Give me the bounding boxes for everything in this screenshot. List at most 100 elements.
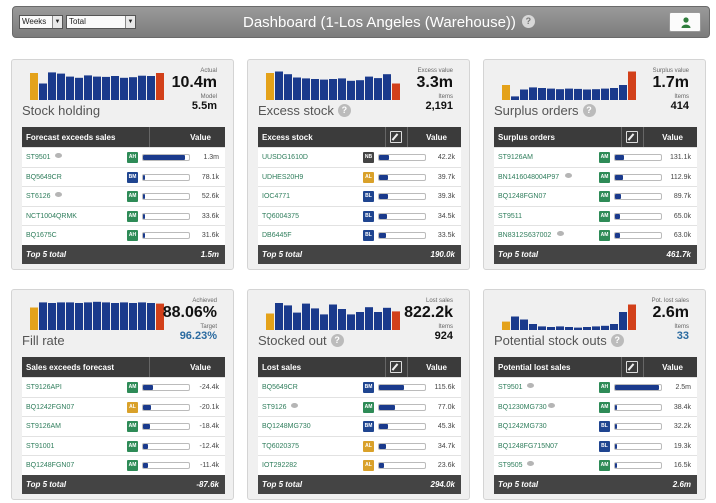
item-link[interactable]: ST6126	[26, 193, 51, 200]
item-link[interactable]: BQ1242MG730	[498, 423, 547, 430]
item-link[interactable]: ST9501	[26, 154, 51, 161]
comment-icon[interactable]	[548, 402, 556, 408]
comment-icon[interactable]	[527, 383, 535, 388]
item-link[interactable]: BN1416048004P97	[498, 174, 559, 181]
edit-icon[interactable]	[390, 131, 402, 143]
table-row[interactable]: BQ1230MG730 AM 38.4k	[494, 396, 697, 417]
panel-title[interactable]: Stocked out?	[258, 333, 344, 348]
table-row[interactable]: IOT292282 AL 23.6k	[258, 455, 461, 475]
item-link[interactable]: ST9501	[498, 384, 523, 391]
table-row[interactable]: ST9126AM AM 131.1k	[494, 147, 697, 167]
classification-badge: AM	[127, 460, 138, 471]
item-link[interactable]: ST9126	[262, 404, 287, 411]
item-link[interactable]: BQ5649CR	[262, 384, 298, 391]
comment-icon[interactable]	[556, 231, 564, 236]
table-row[interactable]: TQ6020375 AL 34.7k	[258, 435, 461, 456]
spark-bar	[592, 89, 600, 100]
scope-select[interactable]: Total ▼	[66, 15, 136, 29]
spark-bar	[610, 88, 618, 100]
table-row[interactable]: DB6445F BL 33.5k	[258, 225, 461, 245]
comment-icon[interactable]	[55, 192, 63, 197]
table-row[interactable]: ST6126 AM 52.6k	[22, 186, 225, 206]
table-row[interactable]: UDHES20H9 AL 39.7k	[258, 166, 461, 187]
question-icon[interactable]: ?	[610, 334, 624, 348]
panel-title[interactable]: Potential stock outs?	[494, 333, 624, 348]
table-row[interactable]: BQ1248FGN07 AM 89.7k	[494, 186, 697, 206]
question-icon[interactable]: ?	[330, 334, 344, 348]
table-row[interactable]: ST9501 AH 1.3m	[22, 147, 225, 167]
table-row[interactable]: ST9501 AH 2.5m	[494, 377, 697, 397]
comment-icon[interactable]	[527, 461, 535, 466]
panel-title-text: Potential stock outs	[494, 333, 607, 348]
item-link[interactable]: BQ1248FGN07	[26, 462, 74, 469]
item-link[interactable]: BQ1675C	[26, 232, 57, 239]
panel-title[interactable]: Surplus orders?	[494, 103, 596, 118]
edit-icon[interactable]	[626, 131, 638, 143]
comment-icon[interactable]	[291, 402, 299, 408]
table-row[interactable]: BQ1242FGN07 AL -20.1k	[22, 396, 225, 417]
table-row[interactable]: BQ1248FG715N07 BL 19.3k	[494, 435, 697, 456]
item-link[interactable]: ST9505	[498, 462, 523, 469]
table-row[interactable]: IOC4771 BL 39.3k	[258, 186, 461, 206]
table-row[interactable]: BN8312S637002 AM 63.0k	[494, 225, 697, 245]
item-link[interactable]: TQ6004375	[262, 213, 299, 220]
spark-bar	[102, 76, 110, 100]
item-link[interactable]: BQ1248FGN07	[498, 193, 546, 200]
table-row[interactable]: NCT1004QRMK AM 33.6k	[22, 205, 225, 226]
item-link[interactable]: ST9511	[498, 213, 522, 220]
question-icon[interactable]: ?	[582, 104, 596, 118]
table-row[interactable]: BQ5649CR BM 78.1k	[22, 166, 225, 187]
question-icon[interactable]: ?	[337, 104, 351, 118]
item-link[interactable]: IOC4771	[262, 193, 290, 200]
item-link[interactable]: ST9126AM	[498, 154, 533, 161]
panel-title[interactable]: Stock holding	[22, 103, 100, 118]
item-link[interactable]: BQ1242FGN07	[26, 404, 74, 411]
value-bar	[142, 193, 190, 200]
item-link[interactable]: BQ1248MG730	[262, 423, 311, 430]
kpi-value: 1.7m	[652, 74, 689, 91]
item-link[interactable]: UDHES20H9	[262, 174, 303, 181]
item-link[interactable]: BN8312S637002	[498, 232, 551, 239]
comment-icon[interactable]	[55, 153, 63, 158]
panel-title[interactable]: Fill rate	[22, 333, 65, 348]
item-link[interactable]: BQ1230MG730	[498, 404, 547, 411]
table-row[interactable]: ST9126API AM -24.4k	[22, 377, 225, 397]
item-link[interactable]: TQ6020375	[262, 443, 299, 450]
item-link[interactable]: ST9126API	[26, 384, 62, 391]
item-link[interactable]: NCT1004QRMK	[26, 213, 77, 220]
table-row[interactable]: ST9505 AM 16.5k	[494, 455, 697, 475]
edit-icon[interactable]	[390, 361, 402, 373]
item-link[interactable]: IOT292282	[262, 462, 297, 469]
table-row[interactable]: BQ5649CR BM 115.6k	[258, 377, 461, 397]
table-row[interactable]: BQ1248FGN07 AM -11.4k	[22, 455, 225, 475]
table-row[interactable]: BN1416048004P97 AM 112.9k	[494, 166, 697, 187]
table-row[interactable]: ST9126AM AM -18.4k	[22, 416, 225, 436]
table-row[interactable]: ST91001 AM -12.4k	[22, 435, 225, 456]
comment-icon[interactable]	[565, 172, 572, 178]
user-button[interactable]	[669, 12, 701, 32]
question-icon[interactable]: ?	[521, 14, 535, 28]
panel-title-text: Stocked out	[258, 333, 327, 348]
item-link[interactable]: DB6445F	[262, 232, 292, 239]
item-link[interactable]: BQ1248FG715N07	[498, 443, 558, 450]
spark-bar	[511, 316, 519, 330]
table-row[interactable]: ST9126 AM 77.0k	[258, 396, 461, 417]
spark-bar	[275, 71, 283, 100]
panel-title[interactable]: Excess stock?	[258, 103, 351, 118]
value-bar	[614, 212, 662, 220]
table-row[interactable]: BQ1248MG730 BM 45.3k	[258, 416, 461, 436]
table-row[interactable]: UUSDG1610D NB 42.2k	[258, 147, 461, 167]
table-row[interactable]: BQ1675C AH 31.6k	[22, 225, 225, 245]
item-link[interactable]: BQ5649CR	[26, 174, 62, 181]
table-row[interactable]: BQ1242MG730 BL 32.2k	[494, 416, 697, 436]
spark-bar	[628, 71, 636, 100]
period-select[interactable]: Weeks ▼	[19, 15, 63, 29]
table-row[interactable]: TQ6004375 BL 34.5k	[258, 205, 461, 226]
item-link[interactable]: ST91001	[26, 443, 54, 450]
item-link[interactable]: ST9126AM	[26, 423, 61, 430]
item-link[interactable]: UUSDG1610D	[262, 154, 308, 161]
table-row[interactable]: ST9511 AM 65.0k	[494, 205, 697, 226]
edit-icon[interactable]	[626, 361, 638, 373]
row-value: 131.1k	[669, 154, 691, 161]
spark-bar	[266, 313, 274, 330]
